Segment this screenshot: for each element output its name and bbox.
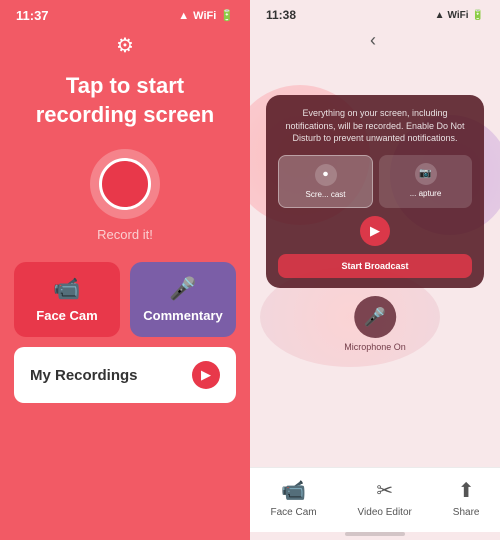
record-outer-circle[interactable] [90, 149, 160, 219]
action-buttons-row: 📹 Face Cam 🎤 Commentary [0, 248, 250, 347]
commentary-label: Commentary [143, 308, 222, 323]
screen-option-label: Scre... cast [305, 190, 345, 199]
nav-video-editor-icon: ✂ [376, 478, 393, 503]
mic-area[interactable]: 🎤 Microphone On [344, 296, 406, 352]
capture-option-icon: 📷 [415, 163, 437, 185]
mic-label: Microphone On [344, 342, 406, 352]
face-cam-button[interactable]: 📹 Face Cam [14, 262, 120, 337]
phone-screen-mockup: Everything on your screen, including not… [250, 55, 500, 467]
gear-icon: ⚙ [116, 35, 134, 57]
start-broadcast-label: Start Broadcast [341, 261, 408, 271]
my-recordings-bar[interactable]: My Recordings ▶ [14, 347, 236, 403]
signal-icon-right: ▲ [435, 10, 445, 21]
broadcast-popup: Everything on your screen, including not… [266, 95, 484, 288]
status-icons-left: ▲ WiFi 🔋 [178, 9, 234, 22]
nav-face-cam-icon: 📹 [281, 478, 306, 503]
settings-button[interactable]: ⚙ [116, 33, 134, 58]
wifi-icon: WiFi [193, 10, 216, 22]
broadcast-options: ⏺ Scre... cast 📷 ... apture [278, 155, 472, 208]
nav-face-cam-label: Face Cam [270, 507, 316, 518]
nav-item-share[interactable]: ⬆ Share [453, 478, 480, 518]
capture-option-label: ... apture [410, 189, 442, 198]
time-right: 11:38 [266, 8, 296, 22]
home-indicator [345, 532, 405, 536]
commentary-icon: 🎤 [169, 276, 196, 302]
battery-icon: 🔋 [220, 9, 234, 22]
status-bar-right: 11:38 ▲ WiFi 🔋 [250, 0, 500, 26]
nav-item-video-editor[interactable]: ✂ Video Editor [358, 478, 412, 518]
record-button-area[interactable]: Record it! [90, 149, 160, 242]
settings-container: ⚙ [0, 27, 250, 58]
play-button[interactable]: ▶ [360, 216, 390, 246]
back-button[interactable]: ‹ [250, 26, 500, 55]
bottom-nav: 📹 Face Cam ✂ Video Editor ⬆ Share [250, 467, 500, 532]
signal-icon: ▲ [178, 10, 189, 22]
time-left: 11:37 [16, 8, 49, 23]
right-panel: 11:38 ▲ WiFi 🔋 ‹ Everything on your scre… [250, 0, 500, 540]
nav-video-editor-label: Video Editor [358, 507, 412, 518]
nav-share-icon: ⬆ [458, 478, 475, 503]
left-panel: 11:37 ▲ WiFi 🔋 ⚙ Tap to start recording … [0, 0, 250, 540]
record-inner-dot [99, 158, 151, 210]
broadcast-option-capture[interactable]: 📷 ... apture [379, 155, 472, 208]
status-bar-left: 11:37 ▲ WiFi 🔋 [0, 0, 250, 27]
commentary-button[interactable]: 🎤 Commentary [130, 262, 236, 337]
record-label: Record it! [97, 227, 153, 242]
microphone-button[interactable]: 🎤 [354, 296, 396, 338]
nav-share-label: Share [453, 507, 480, 518]
face-cam-icon: 📹 [53, 276, 80, 302]
screen-option-icon: ⏺ [315, 164, 337, 186]
broadcast-option-screen[interactable]: ⏺ Scre... cast [278, 155, 373, 208]
status-icons-right: ▲ WiFi 🔋 [435, 10, 484, 21]
back-icon: ‹ [370, 30, 376, 50]
battery-icon-right: 🔋 [472, 10, 484, 21]
main-title: Tap to start recording screen [0, 58, 250, 139]
nav-item-face-cam[interactable]: 📹 Face Cam [270, 478, 316, 518]
arrow-icon: ▶ [201, 367, 211, 383]
face-cam-label: Face Cam [36, 308, 97, 323]
wifi-icon-right: WiFi [448, 10, 469, 21]
recordings-text: My Recordings [30, 367, 138, 384]
start-broadcast-button[interactable]: Start Broadcast [278, 254, 472, 278]
broadcast-description: Everything on your screen, including not… [278, 107, 472, 145]
recordings-arrow: ▶ [192, 361, 220, 389]
